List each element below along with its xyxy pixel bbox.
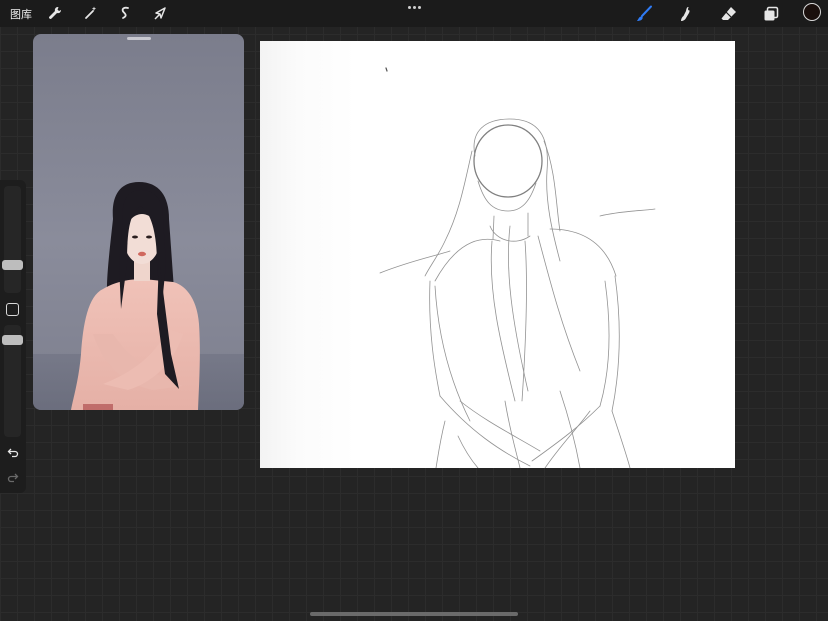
reference-drag-handle[interactable] <box>127 37 151 40</box>
more-options-icon[interactable] <box>404 2 424 12</box>
selection-icon[interactable] <box>115 3 135 23</box>
undo-icon[interactable] <box>5 446 21 460</box>
magic-wand-icon[interactable] <box>81 3 101 23</box>
brush-icon[interactable] <box>633 3 655 25</box>
reference-window[interactable] <box>33 34 244 410</box>
layers-icon[interactable] <box>760 3 782 25</box>
brush-size-thumb[interactable] <box>2 260 23 270</box>
transform-arrow-icon[interactable] <box>150 3 170 23</box>
drawing-canvas[interactable] <box>260 41 735 468</box>
smudge-icon[interactable] <box>675 3 697 25</box>
eraser-icon[interactable] <box>718 3 740 25</box>
wrench-icon[interactable] <box>45 3 65 23</box>
sketch-strokes <box>379 67 656 468</box>
sidebar <box>0 180 26 493</box>
brush-size-slider[interactable] <box>4 186 21 293</box>
redo-icon[interactable] <box>5 471 21 485</box>
modify-button[interactable] <box>6 303 19 316</box>
gallery-button[interactable]: 图库 <box>10 6 32 22</box>
color-picker-swatch[interactable] <box>803 3 821 21</box>
home-indicator[interactable] <box>310 612 518 616</box>
reference-photo <box>33 182 244 410</box>
opacity-thumb[interactable] <box>2 335 23 345</box>
top-toolbar: 图库 <box>0 0 828 27</box>
